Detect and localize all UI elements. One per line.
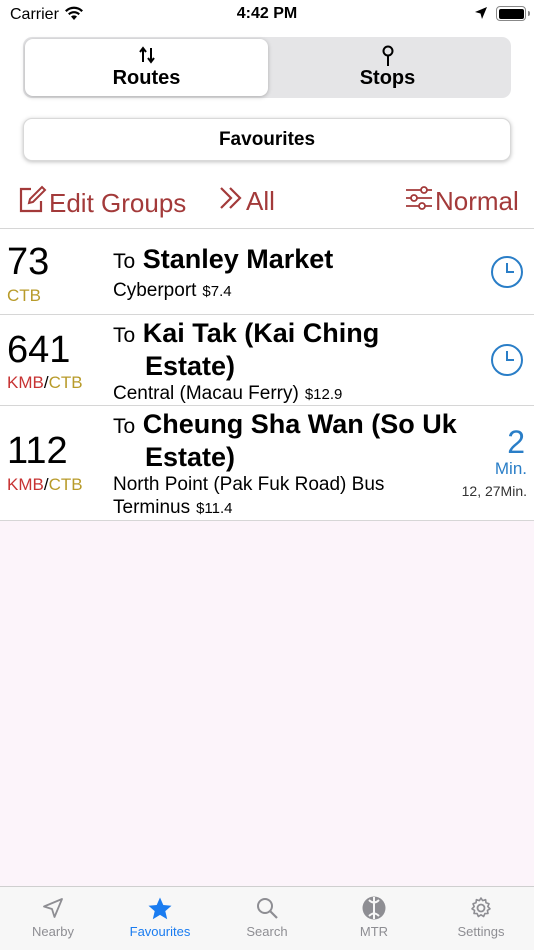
battery-icon <box>496 6 530 21</box>
all-button[interactable]: All <box>218 185 275 218</box>
all-label: All <box>246 186 275 216</box>
tab-bar: Nearby Favourites Search MTR Settings <box>0 886 534 950</box>
header: Routes Stops Favourites Edit Groups All <box>0 30 534 228</box>
route-destination: To Stanley Market <box>113 244 458 277</box>
tab-search-label: Search <box>246 924 288 939</box>
favourite-routes-list: 73 CTB To Stanley Market Cyberport $7.4 6… <box>0 228 534 521</box>
search-icon <box>214 887 320 919</box>
route-number: 641 <box>7 329 71 371</box>
sort-mode-button[interactable]: Normal <box>405 185 519 218</box>
segment-routes[interactable]: Routes <box>25 39 268 96</box>
to-prefix: To <box>113 415 136 438</box>
route-fare: $11.4 <box>196 500 233 517</box>
star-icon <box>107 887 213 920</box>
route-fare: $7.4 <box>202 283 232 300</box>
route-number: 73 <box>7 241 50 283</box>
route-company: KMB/CTB <box>7 475 83 494</box>
routes-stops-segmented-control: Routes Stops <box>23 37 511 98</box>
route-arrows-icon <box>25 39 268 65</box>
tab-mtr[interactable]: MTR <box>321 887 427 950</box>
tab-mtr-label: MTR <box>359 924 389 939</box>
company-ctb: CTB <box>7 286 41 305</box>
status-time: 4:42 PM <box>236 5 298 22</box>
bus-stop-pin-icon <box>266 39 509 66</box>
tab-favourites[interactable]: Favourites <box>107 887 213 950</box>
route-origin: Central (Macau Ferry) $12.9 <box>113 382 453 406</box>
eta-next-arrivals: 12, 27Min. <box>461 483 527 499</box>
destination-name: Cheung Sha Wan (So Uk Estate) <box>142 409 457 472</box>
location-services-icon <box>474 6 488 25</box>
sliders-icon <box>405 185 435 218</box>
route-destination: To Cheung Sha Wan (So Uk Estate) <box>113 409 463 473</box>
origin-name: Cyberport <box>113 280 197 301</box>
tab-favourites-label: Favourites <box>129 924 191 939</box>
route-number: 112 <box>7 430 68 472</box>
route-row[interactable]: 112 KMB/CTB To Cheung Sha Wan (So Uk Est… <box>0 405 534 521</box>
double-chevron-right-icon <box>218 185 246 218</box>
tab-nearby-label: Nearby <box>32 924 74 939</box>
route-destination: To Kai Tak (Kai Ching Estate) <box>113 318 458 382</box>
company-kmb: KMB <box>7 373 44 392</box>
location-arrow-icon <box>0 887 106 919</box>
segment-stops-label: Stops <box>359 67 416 89</box>
route-row[interactable]: 641 KMB/CTB To Kai Tak (Kai Ching Estate… <box>0 314 534 405</box>
route-company: KMB/CTB <box>7 373 83 392</box>
route-origin: Cyberport $7.4 <box>113 279 453 303</box>
route-fare: $12.9 <box>304 386 343 403</box>
clock-icon[interactable] <box>490 255 524 289</box>
tab-settings[interactable]: Settings <box>428 887 534 950</box>
company-ctb: CTB <box>48 475 83 494</box>
destination-name: Kai Tak (Kai Ching Estate) <box>142 318 380 381</box>
edit-icon <box>17 185 49 222</box>
gear-icon <box>428 887 534 919</box>
route-row[interactable]: 73 CTB To Stanley Market Cyberport $7.4 <box>0 228 534 314</box>
edit-groups-label: Edit Groups <box>49 188 187 218</box>
tab-search[interactable]: Search <box>214 887 320 950</box>
mtr-logo-icon <box>321 887 427 920</box>
company-ctb: CTB <box>48 373 83 392</box>
to-prefix: To <box>113 324 136 347</box>
destination-name: Stanley Market <box>142 244 334 274</box>
tab-nearby[interactable]: Nearby <box>0 887 106 950</box>
origin-name: Central (Macau Ferry) <box>113 383 299 404</box>
eta-minutes: 2 <box>507 424 525 460</box>
segment-routes-label: Routes <box>112 67 181 89</box>
route-origin: North Point (Pak Fuk Road) Bus Terminus $… <box>113 473 433 520</box>
list-toolbar: Edit Groups All Normal <box>0 182 534 222</box>
edit-groups-button[interactable]: Edit Groups <box>17 185 186 222</box>
sort-mode-label: Normal <box>435 186 519 216</box>
favourites-group-button[interactable]: Favourites <box>23 118 511 161</box>
segment-stops[interactable]: Stops <box>266 39 509 96</box>
tab-settings-label: Settings <box>457 924 505 939</box>
eta-unit: Min. <box>494 459 527 478</box>
to-prefix: To <box>113 250 136 273</box>
status-bar: Carrier 4:42 PM <box>0 0 534 30</box>
route-company: CTB <box>7 286 41 306</box>
origin-name: North Point (Pak Fuk Road) Bus Terminus <box>113 474 385 518</box>
clock-icon[interactable] <box>490 343 524 377</box>
company-kmb: KMB <box>7 475 44 494</box>
